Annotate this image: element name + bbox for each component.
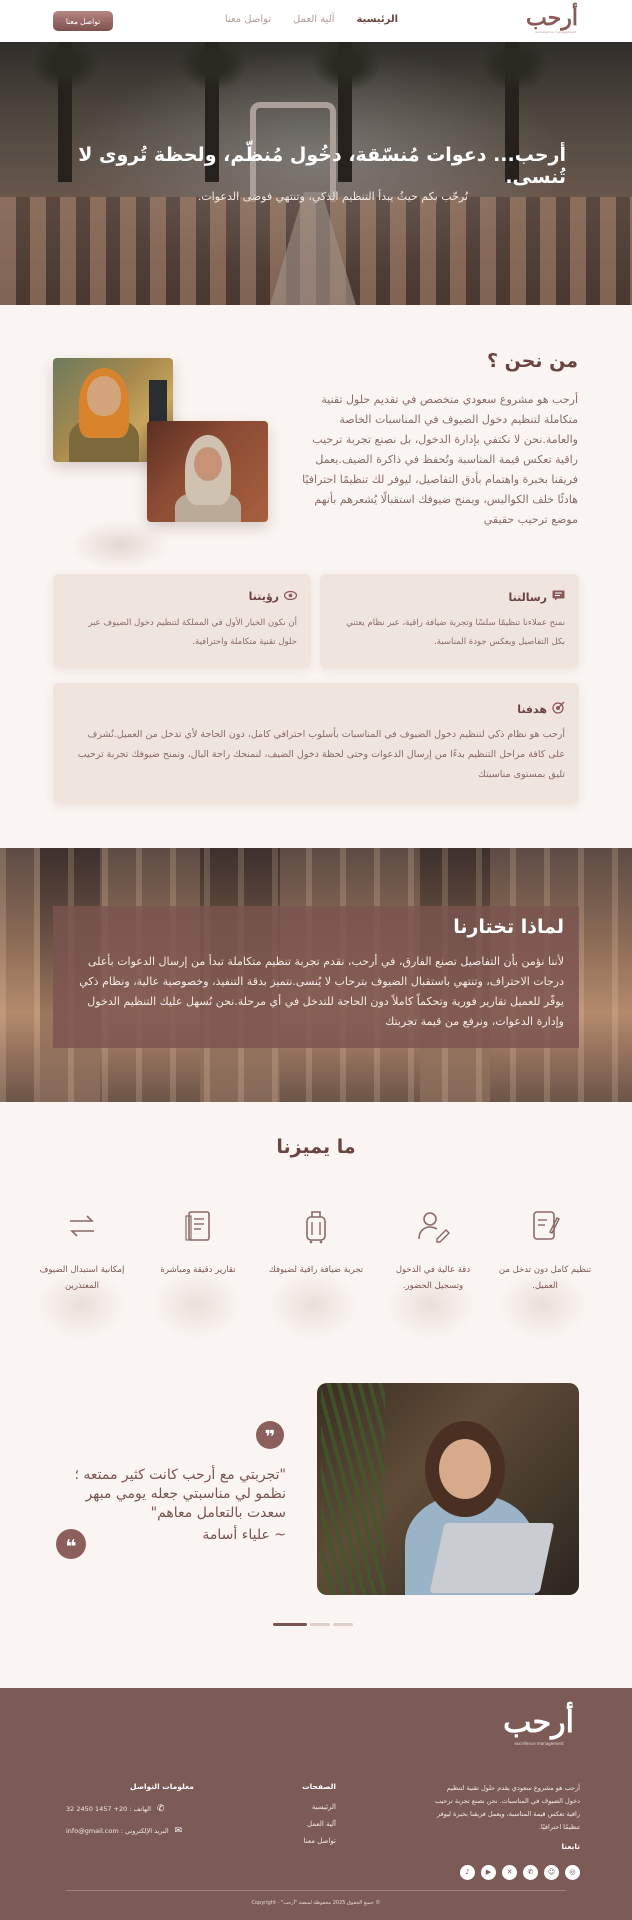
mission-text: نمنح عملاءنا تنظيمًا سلسًا وتجربة ضيافة … (346, 618, 565, 647)
phone-icon: ✆ (156, 1804, 165, 1814)
why-us-title: لماذا تختارنا (453, 916, 564, 938)
whatsapp-icon[interactable]: ✆ (523, 1865, 538, 1880)
user-edit-icon (413, 1206, 453, 1246)
testimonial-quote: "تجربتي مع أرحب كانت كثير ممتعه ؛ نظمو ل… (74, 1467, 286, 1521)
footer-pages-title: الصفحات (302, 1782, 336, 1791)
quote-open-icon: ❞ (256, 1421, 284, 1449)
person-face (87, 376, 121, 416)
swap-icon (62, 1206, 102, 1246)
main-nav: الرئيسية آلية العمل تواصل معنا (225, 14, 398, 25)
eye-icon (283, 590, 298, 603)
footer-pages-links: الرئيسية آلية العمل تواصل معنا (304, 1803, 336, 1845)
notebook-icon (525, 1206, 565, 1246)
footer-link-home[interactable]: الرئيسية (304, 1803, 336, 1811)
goal-title: هدفنا (517, 702, 547, 716)
hero-section: أرحب... دعوات مُنسّقة، دخُول مُنظّم، ولح… (0, 42, 632, 305)
nav-home[interactable]: الرئيسية (356, 14, 398, 25)
feature-label: تجربة ضيافة راقية لضيوفك (268, 1265, 364, 1275)
vision-header: رؤيتنا (248, 590, 298, 603)
nav-contact[interactable]: تواصل معنا (225, 14, 271, 25)
footer-link-how-it-works[interactable]: آلية العمل (304, 1820, 336, 1828)
youtube-icon[interactable]: ▶ (481, 1865, 496, 1880)
footer-logo-text: أرحب (503, 1705, 574, 1740)
logo-text: أرحب (526, 5, 578, 31)
carousel-dot-active[interactable] (273, 1623, 307, 1626)
logo-subtext: excellence management (535, 30, 577, 34)
features-title: ما يميزنا (276, 1136, 356, 1158)
instagram-icon[interactable]: ◎ (565, 1865, 580, 1880)
vision-title: رؤيتنا (248, 590, 279, 603)
quote-close-icon: ❝ (56, 1529, 86, 1559)
decorative-shadow (70, 520, 170, 570)
feature-item: تنظيم كامل دون تدخل من العميل. (497, 1206, 593, 1294)
footer-divider (66, 1890, 566, 1891)
footer-link-contact[interactable]: تواصل معنا (304, 1837, 336, 1845)
footer-logo[interactable]: أرحب excellence management (503, 1705, 574, 1755)
about-photo-portrait (147, 421, 268, 522)
x-icon[interactable]: ✕ (502, 1865, 517, 1880)
footer-contact-info: ✆ الهاتف : 20+ 1457 2450 32 ✉ البريد الإ… (66, 1804, 190, 1836)
feature-shadow (152, 1270, 242, 1340)
phone-row[interactable]: ✆ الهاتف : 20+ 1457 2450 32 (66, 1804, 190, 1814)
vision-text: أن نكون الخيار الأول في المملكة لتنظيم د… (88, 618, 297, 647)
nav-how-it-works[interactable]: آلية العمل (293, 14, 334, 25)
mission-title: رسالتنا (508, 590, 547, 604)
footer-logo-subtext: excellence management (514, 1741, 564, 1746)
feature-item: تقارير دقيقة ومباشرة (150, 1206, 246, 1278)
feature-label: تنظيم كامل دون تدخل من العميل. (498, 1265, 592, 1291)
snapchat-icon[interactable]: ☺ (544, 1865, 559, 1880)
carousel-dots (273, 1623, 353, 1626)
carousel-dot[interactable] (333, 1623, 353, 1626)
report-icon (178, 1206, 218, 1246)
hero-subtitle: نُرحّب بكم حيثُ يبدأ التنظيم الذكي، وتنت… (197, 190, 468, 203)
carousel-dot[interactable] (310, 1623, 330, 1626)
site-header: أرحب excellence management الرئيسية آلية… (0, 0, 632, 42)
mission-card: رسالتنا نمنح عملاءنا تنظيمًا سلسًا وتجرب… (320, 574, 579, 668)
contact-button[interactable]: تواصل معنا (53, 11, 113, 31)
feature-shadow (268, 1270, 358, 1340)
goal-header: هدفنا (517, 701, 565, 717)
luggage-icon (296, 1206, 336, 1246)
email-text: البريد الإلكتروني : info@gmail.com (66, 1827, 169, 1835)
feature-label: تقارير دقيقة ومباشرة (160, 1265, 236, 1275)
feature-label: دقة عالية في الدخول وتسجيل الحضور. (395, 1265, 471, 1291)
person-face (439, 1439, 491, 1499)
plant-shape (321, 1383, 385, 1595)
laptop-shape (429, 1523, 555, 1593)
about-text: أرحب هو مشروع سعودي متخصص في تقديم حلول … (302, 393, 578, 526)
phone-text: الهاتف : 20+ 1457 2450 32 (66, 1805, 151, 1813)
testimonial-photo (317, 1383, 579, 1595)
testimonial-author: ~ علياء أسامة (202, 1527, 286, 1543)
footer-contact-title: معلومات التواصل (130, 1782, 194, 1791)
mail-icon: ✉ (174, 1826, 183, 1836)
person-face (194, 447, 222, 481)
email-row[interactable]: ✉ البريد الإلكتروني : info@gmail.com (66, 1826, 190, 1836)
social-links: ◎ ☺ ✆ ✕ ▶ ♪ (460, 1865, 580, 1880)
goal-card: هدفنا أرحب هو نظام ذكي لتنظيم دخول الضيو… (53, 683, 579, 804)
tiktok-icon[interactable]: ♪ (460, 1865, 475, 1880)
footer-description: أرحب هو مشروع سعودي يقدم حلول تقنية لتنظ… (435, 1784, 580, 1831)
brand-logo[interactable]: أرحب excellence management (526, 5, 578, 36)
target-icon (552, 701, 565, 717)
copyright: © جميع الحقوق 2025 محفوظة لمنصة "أرحب" -… (251, 1900, 381, 1906)
why-us-text: لأننا نؤمن بأن التفاصيل تصنع الفارق، في … (79, 955, 564, 1028)
feature-item: تجربة ضيافة راقية لضيوفك (268, 1206, 364, 1278)
feature-label: إمكانية استبدال الضيوف المعتذرين (39, 1265, 125, 1291)
hero-title: أرحب... دعوات مُنسّقة، دخُول مُنظّم، ولح… (78, 144, 566, 188)
message-icon (552, 590, 565, 604)
monitor-shape (149, 380, 167, 424)
feature-item: دقة عالية في الدخول وتسجيل الحضور. (385, 1206, 481, 1294)
vision-card: رؤيتنا أن نكون الخيار الأول في المملكة ل… (53, 574, 311, 668)
mission-header: رسالتنا (508, 590, 565, 604)
footer-follow-title: تابعنا (561, 1842, 580, 1851)
goal-text: أرحب هو نظام ذكي لتنظيم دخول الضيوف في ا… (77, 729, 565, 780)
about-title: من نحن ؟ (486, 350, 578, 372)
feature-item: إمكانية استبدال الضيوف المعتذرين (34, 1206, 130, 1294)
